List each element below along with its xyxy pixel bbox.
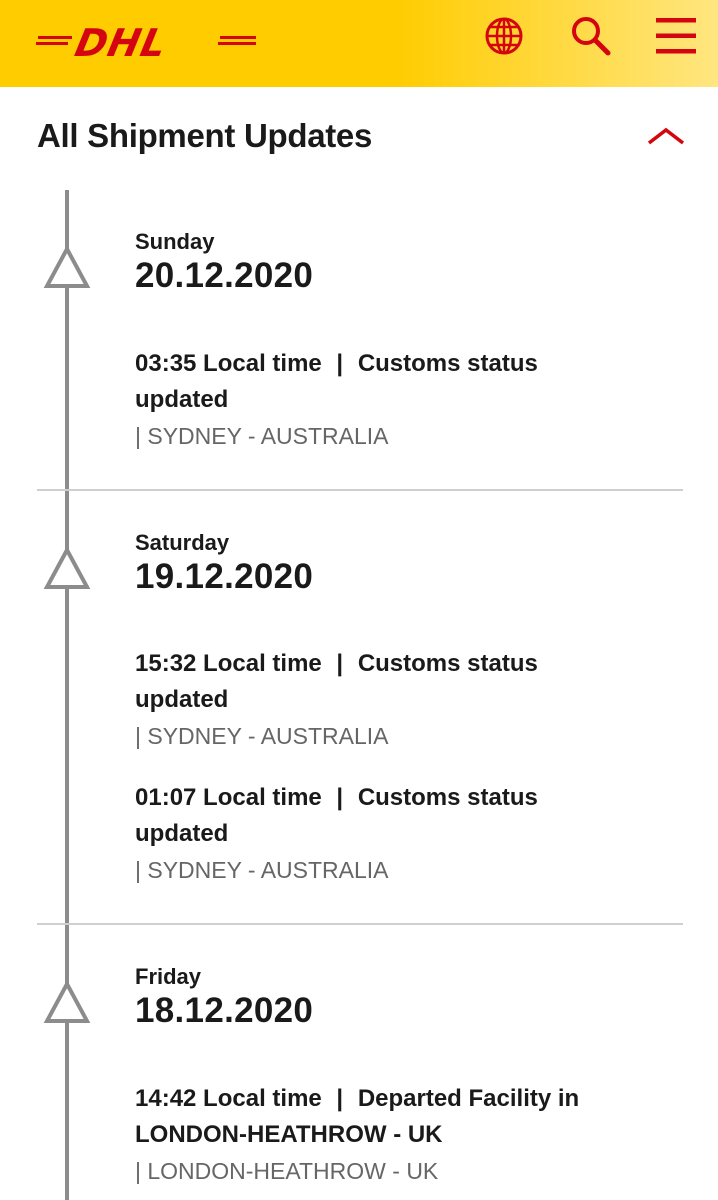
event-time: 01:07 Local time [135,784,322,811]
chevron-up-icon[interactable] [644,118,688,154]
shipment-event: 15:32 Local time | Customs status update… [135,646,615,754]
event-status-continued: updated [135,386,229,413]
day-divider [37,489,683,491]
logo-wordmark: DHL [71,21,172,65]
event-summary: 03:35 Local time | Customs status [135,346,615,382]
event-time: 03:35 Local time [135,350,322,377]
dhl-logo[interactable]: DHL [36,21,258,65]
day-divider [37,923,683,925]
event-separator: | [336,650,344,677]
event-time: 15:32 Local time [135,650,322,677]
globe-icon[interactable] [482,14,526,58]
event-location: | SYDNEY - AUSTRALIA [135,857,389,883]
event-separator: | [336,784,344,811]
event-separator: | [336,1085,344,1112]
shipment-event: 14:42 Local time | Departed Facility in … [135,1081,615,1189]
event-summary: 15:32 Local time | Customs status [135,646,615,682]
day-weekday: Sunday [135,229,215,254]
day-weekday: Saturday [135,530,230,555]
day-weekday: Friday [135,964,202,989]
event-status: Customs status [357,784,538,811]
event-status-continued: updated [135,820,229,847]
event-summary: 14:42 Local time | Departed Facility in [135,1081,615,1117]
menu-icon[interactable] [654,14,698,58]
event-location: | SYDNEY - AUSTRALIA [135,423,389,449]
site-header: DHL [0,0,718,87]
event-status: Customs status [357,350,538,377]
timeline-triangle-icon [43,244,91,288]
section-title: All Shipment Updates [37,117,373,154]
event-separator: | [336,350,344,377]
event-time: 14:42 Local time [135,1085,322,1112]
timeline-triangle-icon [43,979,91,1023]
event-status-continued: LONDON-HEATHROW - UK [135,1121,443,1148]
search-icon[interactable] [568,14,612,58]
timeline-line [65,190,69,1200]
shipment-event: 01:07 Local time | Customs status update… [135,780,615,888]
timeline-triangle-icon [43,545,91,589]
shipment-event: 03:35 Local time | Customs status update… [135,346,615,454]
event-summary: 01:07 Local time | Customs status [135,780,615,816]
event-status: Departed Facility in [357,1085,580,1112]
day-date: 18.12.2020 [135,991,314,1030]
day-date: 20.12.2020 [135,256,314,295]
day-date: 19.12.2020 [135,557,314,596]
event-status: Customs status [357,650,538,677]
event-location: | LONDON-HEATHROW - UK [135,1158,439,1184]
event-status-continued: updated [135,686,229,713]
event-location: | SYDNEY - AUSTRALIA [135,723,389,749]
